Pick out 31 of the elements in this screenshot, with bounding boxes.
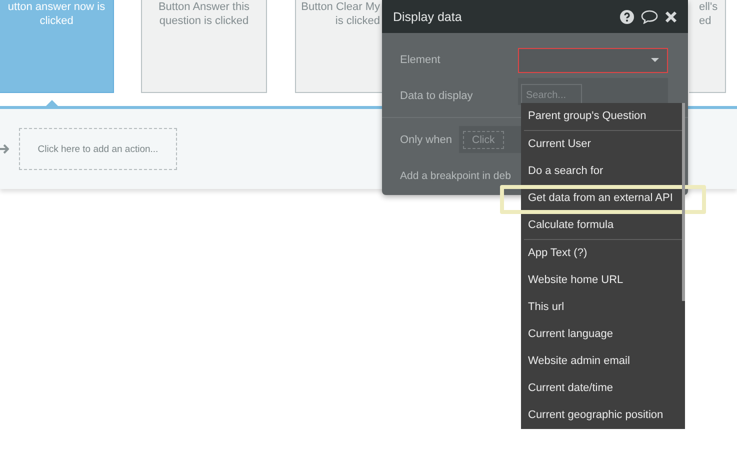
card-label: clicked (40, 14, 74, 28)
arrow-icon (0, 144, 9, 154)
close-icon[interactable] (665, 10, 677, 22)
menu-item[interactable]: App Text (?) (521, 240, 685, 267)
menu-item[interactable]: Get data from an external API (521, 185, 685, 212)
menu-item[interactable]: Do a search for (521, 158, 685, 185)
element-label: Element (400, 54, 440, 66)
search-field[interactable]: Search... (521, 84, 582, 105)
caret-icon (651, 58, 659, 62)
menu-item[interactable]: Current language (521, 321, 685, 348)
card-label: is clicked (335, 14, 380, 28)
comment-icon[interactable] (641, 10, 658, 24)
menu-item[interactable]: Current date/time (521, 375, 685, 402)
card-label: utton answer now is (8, 0, 106, 14)
panel-title: Display data (393, 10, 463, 24)
data-label: Data to display (400, 90, 473, 102)
card-label: ell's (699, 0, 718, 14)
card-label: ed (699, 14, 712, 28)
add-action-button[interactable]: Click here to add an action... (19, 128, 177, 170)
card-label: Button Clear My (301, 0, 380, 14)
menu-item[interactable]: This url (521, 294, 685, 321)
menu-item[interactable]: Current geographic position (521, 402, 685, 429)
menu-item[interactable]: Website admin email (521, 348, 685, 375)
menu-item[interactable]: Current User (521, 131, 685, 158)
card-label: question is clicked (159, 14, 249, 28)
breakpoint-label: Add a breakpoint in deb (400, 170, 511, 182)
help-icon[interactable] (620, 10, 634, 24)
only-when-label: Only when (400, 134, 452, 146)
card-label: Button Answer this (158, 0, 250, 14)
scrollbar-thumb[interactable] (682, 103, 685, 301)
menu-item[interactable]: Website home URL (521, 267, 685, 294)
